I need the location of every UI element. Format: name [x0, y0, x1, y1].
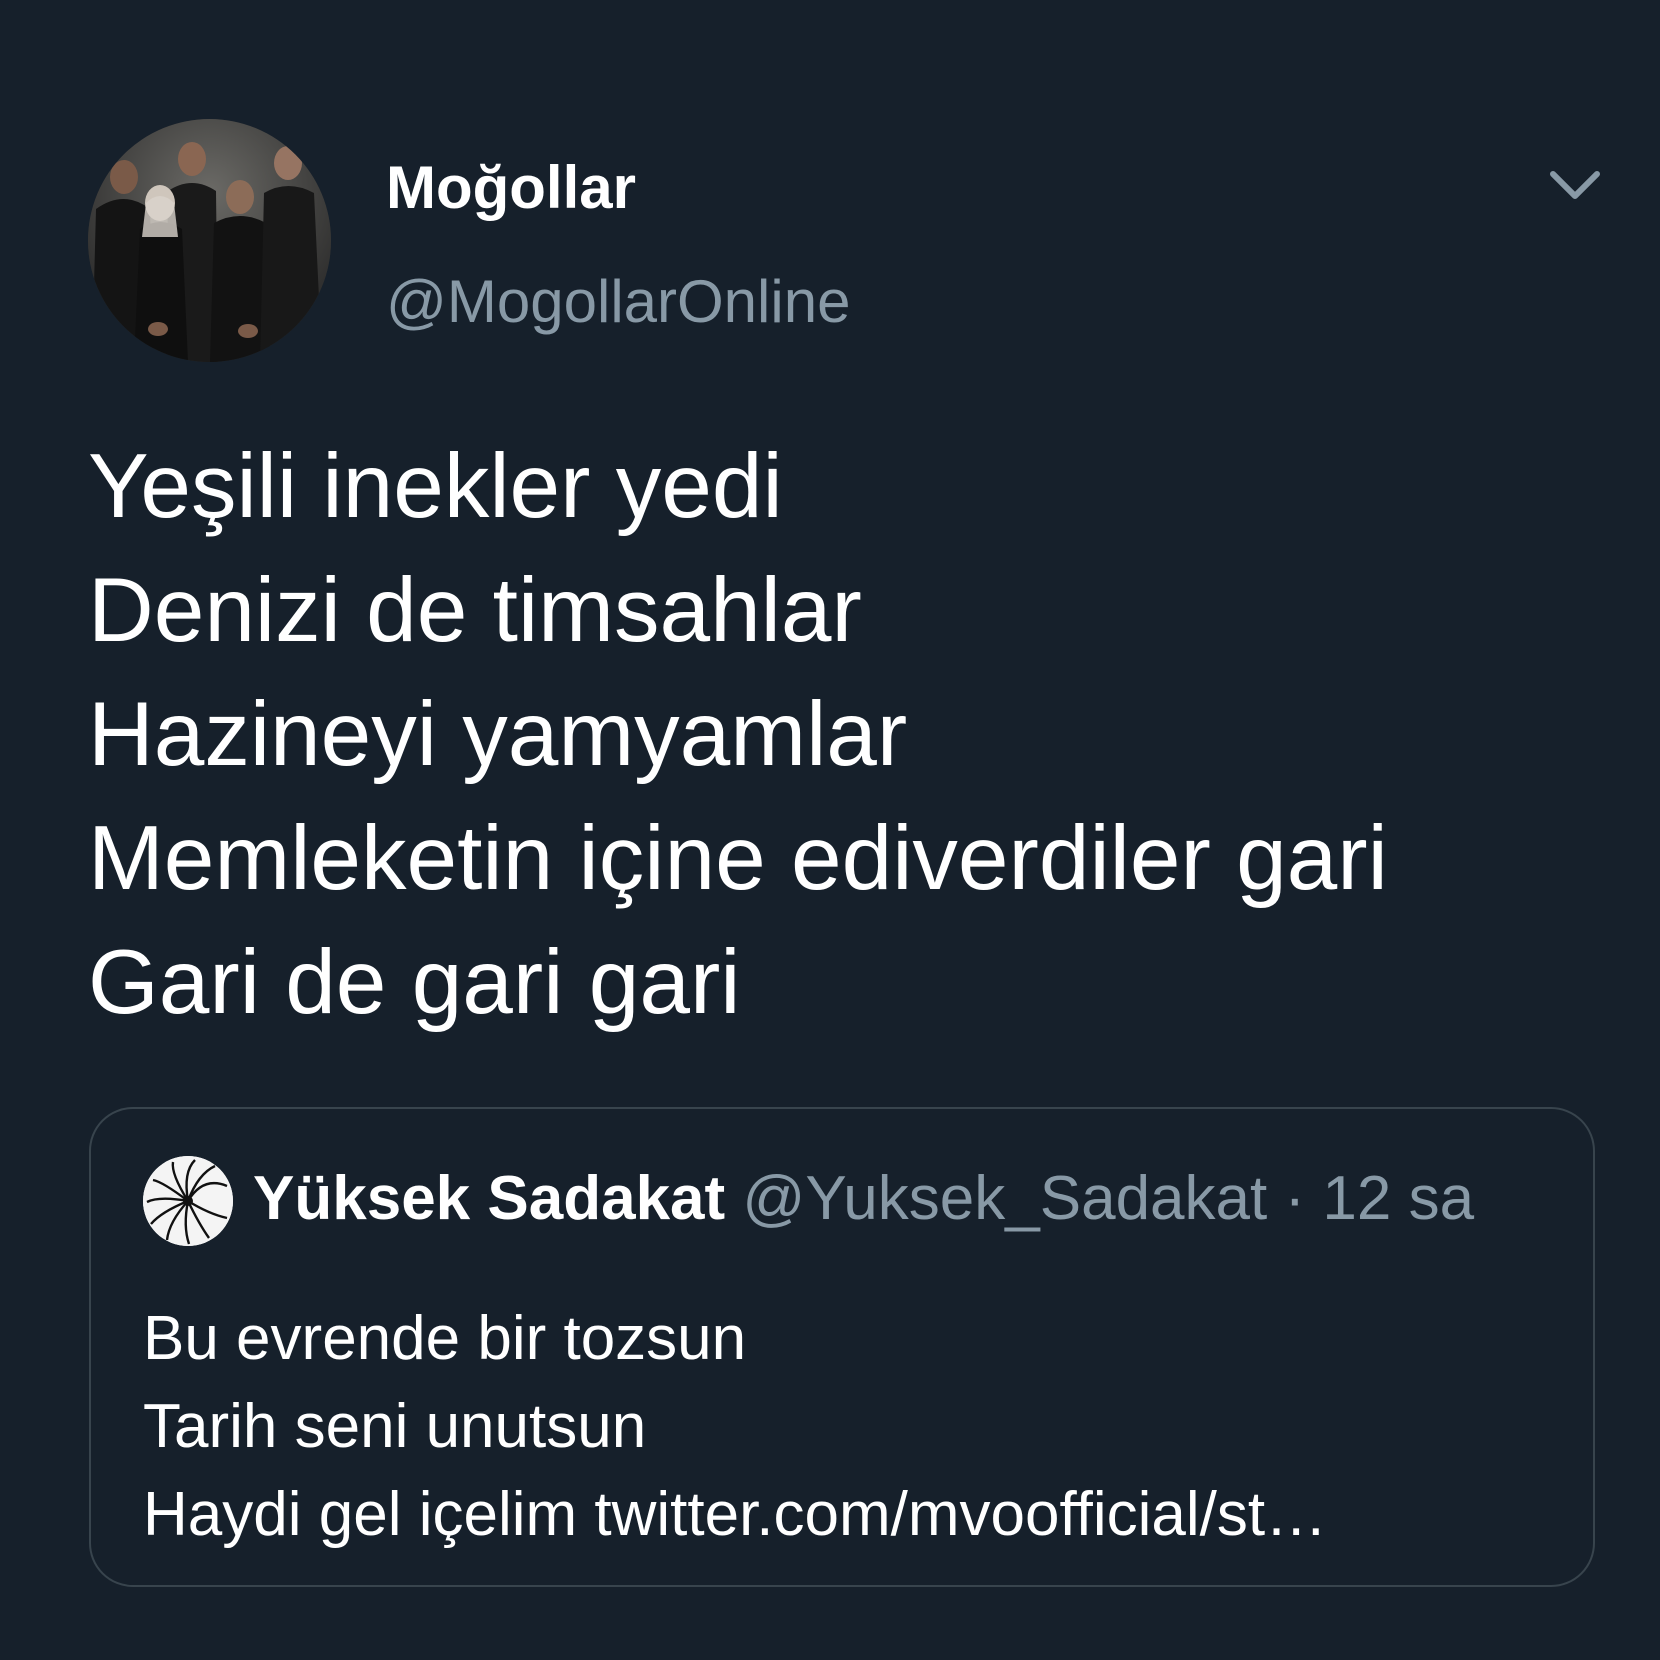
quoted-timestamp: 12 sa	[1322, 1164, 1475, 1233]
quoted-tweet-header: Yüksek Sadakat @Yuksek_Sadakat · 12 sa	[253, 1161, 1474, 1237]
quoted-tweet-text: Bu evrende bir tozsun Tarih seni unutsun…	[143, 1295, 1327, 1559]
quoted-author-handle: @Yuksek_Sadakat	[742, 1164, 1268, 1233]
author-name[interactable]: Moğollar	[386, 152, 636, 224]
quoted-text-line: Haydi gel içelim twitter.com/mvoofficial…	[143, 1480, 1328, 1549]
author-handle[interactable]: @MogollarOnline	[386, 266, 850, 338]
tweet-text-line: Denizi de timsahlar	[88, 560, 862, 661]
tweet: Moğollar @MogollarOnline Yeşili inekler …	[0, 0, 1660, 1660]
quoted-tweet[interactable]: Yüksek Sadakat @Yuksek_Sadakat · 12 sa B…	[89, 1107, 1595, 1587]
tweet-text-line: Memleketin içine ediverdiler gari	[88, 808, 1388, 909]
tweet-text: Yeşili inekler yedi Denizi de timsahlar …	[88, 425, 1608, 1045]
tweet-text-line: Yeşili inekler yedi	[88, 436, 783, 537]
quoted-author-avatar	[143, 1156, 233, 1246]
author-avatar[interactable]	[88, 119, 331, 362]
chevron-down-icon[interactable]	[1545, 160, 1605, 210]
header-separator: ·	[1284, 1164, 1306, 1233]
quoted-text-line: Tarih seni unutsun	[143, 1392, 647, 1461]
quoted-text-line: Bu evrende bir tozsun	[143, 1304, 747, 1373]
tweet-text-line: Hazineyi yamyamlar	[88, 684, 908, 785]
quoted-author-name: Yüksek Sadakat	[253, 1164, 726, 1233]
tweet-text-line: Gari de gari gari	[88, 932, 741, 1033]
